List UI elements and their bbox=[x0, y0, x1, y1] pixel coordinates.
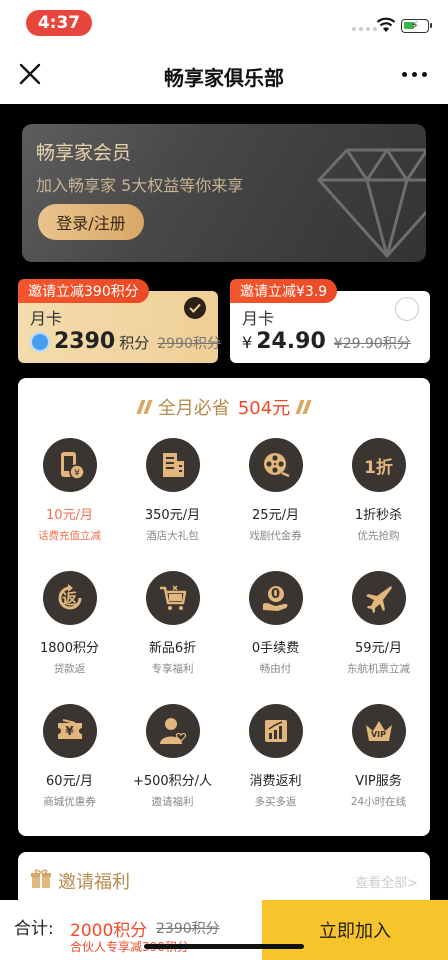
plan-card-points[interactable]: 邀请立减390积分 月卡 2390 积分 2990积分 bbox=[18, 279, 221, 363]
hand-coin-icon: 0 bbox=[248, 571, 303, 625]
user-heart-icon bbox=[145, 704, 200, 758]
return-icon: 返 bbox=[42, 571, 97, 625]
benefit-item[interactable]: 25元/月 戏剧代金券 bbox=[224, 438, 327, 571]
join-button[interactable]: 立即加入 bbox=[262, 900, 448, 960]
invite-title: 邀请福利 bbox=[58, 872, 130, 893]
page-title: 畅享家俱乐部 bbox=[164, 66, 284, 90]
plan-price: ¥24.90 ¥29.90积分 bbox=[242, 329, 411, 354]
benefit-title: 新品6折 bbox=[148, 641, 197, 656]
plan-name: 月卡 bbox=[242, 309, 275, 328]
plan-old-price: ¥29.90积分 bbox=[333, 336, 411, 352]
plan-price: 2390 积分 2990积分 bbox=[30, 329, 221, 354]
total-old-price: 2390积分 bbox=[156, 921, 220, 937]
status-time: 4:37 bbox=[26, 10, 92, 36]
banner-title: 畅享家会员 bbox=[36, 142, 132, 164]
plan-name: 月卡 bbox=[30, 309, 63, 328]
hotel-icon bbox=[145, 438, 200, 492]
benefit-subtitle: 24小时在线 bbox=[350, 796, 407, 808]
benefit-subtitle: 专享福利 bbox=[151, 663, 194, 675]
benefit-subtitle: 东航机票立减 bbox=[347, 663, 410, 675]
stripe-decoration-icon bbox=[136, 400, 153, 414]
hand-coin-icon-text: 0 bbox=[270, 586, 281, 602]
plan-card-cash[interactable]: 邀请立减¥3.9 月卡 ¥24.90 ¥29.90积分 bbox=[230, 279, 430, 363]
benefits-panel: 全月必省 504元 ¥ 10元/月 话费充值立减 350元/月 酒店大礼包 25… bbox=[18, 378, 430, 836]
benefit-subtitle: 商城优惠券 bbox=[43, 796, 96, 808]
crown-icon-text: VIP bbox=[370, 729, 387, 739]
currency-symbol: ¥ bbox=[242, 333, 253, 352]
cart-icon bbox=[145, 571, 200, 625]
benefit-title: +500积分/人 bbox=[132, 774, 213, 789]
svg-text:¥: ¥ bbox=[74, 469, 80, 479]
benefit-title: 25元/月 bbox=[252, 508, 299, 523]
banner-subtitle: 加入畅享家 5大权益等你来享 bbox=[36, 176, 244, 195]
benefit-title: 59元/月 bbox=[355, 641, 402, 656]
benefit-item[interactable]: ¥ 60元/月 商城优惠券 bbox=[18, 704, 121, 837]
benefits-amount: 504元 bbox=[237, 398, 291, 419]
benefits-title: 全月必省 bbox=[157, 398, 230, 419]
login-button[interactable]: 登录/注册 bbox=[38, 204, 144, 240]
benefit-subtitle: 畅由付 bbox=[259, 663, 292, 675]
benefit-item[interactable]: +500积分/人 邀请福利 bbox=[121, 704, 224, 837]
benefit-subtitle: 邀请福利 bbox=[151, 796, 194, 808]
more-icon[interactable] bbox=[402, 72, 427, 77]
benefit-subtitle: 优先抢购 bbox=[357, 530, 400, 542]
wifi-icon bbox=[376, 17, 396, 32]
benefit-item[interactable]: 新品6折 专享福利 bbox=[121, 571, 224, 704]
signal-icon bbox=[352, 27, 377, 31]
discount-icon: 1折 bbox=[351, 438, 406, 492]
benefit-item[interactable]: VIP VIP服务 24小时在线 bbox=[327, 704, 430, 837]
benefit-item[interactable]: 消费返利 多买多返 bbox=[224, 704, 327, 837]
discount-icon-text: 1折 bbox=[364, 457, 393, 478]
plan-discount-tag: 邀请立减390积分 bbox=[18, 279, 149, 303]
chart-icon bbox=[248, 704, 303, 758]
points-coin-icon bbox=[30, 331, 50, 352]
benefit-title: 消费返利 bbox=[249, 774, 302, 789]
benefits-grid: ¥ 10元/月 话费充值立减 350元/月 酒店大礼包 25元/月 戏剧代金券 … bbox=[18, 438, 430, 837]
benefit-subtitle: 戏剧代金券 bbox=[249, 530, 302, 542]
benefit-item[interactable]: 返 1800积分 贷款返 bbox=[18, 571, 121, 704]
benefit-title: 350元/月 bbox=[144, 508, 201, 523]
home-indicator bbox=[144, 944, 304, 949]
member-banner: 畅享家会员 加入畅享家 5大权益等你来享 登录/注册 bbox=[22, 124, 426, 262]
crown-icon: VIP bbox=[351, 704, 406, 758]
benefit-item[interactable]: 59元/月 东航机票立减 bbox=[327, 571, 430, 704]
radio-icon[interactable] bbox=[395, 297, 419, 321]
diamond-icon bbox=[317, 148, 426, 258]
benefit-item[interactable]: 0 0手续费 畅由付 bbox=[224, 571, 327, 704]
plan-discount-tag: 邀请立减¥3.9 bbox=[230, 279, 338, 303]
coupon-icon: ¥ bbox=[42, 704, 97, 758]
benefit-subtitle: 话费充值立减 bbox=[38, 530, 101, 542]
benefit-title: 10元/月 bbox=[46, 508, 93, 523]
plan-price-unit: 积分 bbox=[119, 334, 150, 352]
benefit-subtitle: 多买多返 bbox=[254, 796, 297, 808]
benefit-title: VIP服务 bbox=[355, 774, 402, 789]
nav-bar: 畅享家俱乐部 bbox=[0, 44, 448, 104]
check-icon[interactable] bbox=[184, 297, 206, 319]
plan-price-value: 24.90 bbox=[256, 329, 326, 354]
benefit-subtitle: 贷款返 bbox=[53, 663, 86, 675]
film-reel-icon bbox=[248, 438, 303, 492]
status-bar: 4:37 ⚡ bbox=[0, 0, 448, 44]
plan-price-value: 2390 bbox=[54, 329, 116, 354]
benefit-item[interactable]: 350元/月 酒店大礼包 bbox=[121, 438, 224, 571]
phone-icon: ¥ bbox=[42, 438, 97, 492]
checkout-bar: 合计: 2000积分 2390积分 合伙人专享减390积分 立即加入 bbox=[0, 900, 448, 960]
benefit-title: 1800积分 bbox=[39, 641, 100, 656]
plan-old-price: 2990积分 bbox=[157, 336, 221, 352]
view-all-link[interactable]: 查看全部> bbox=[355, 872, 418, 891]
benefit-item[interactable]: ¥ 10元/月 话费充值立减 bbox=[18, 438, 121, 571]
total-label: 合计: bbox=[14, 919, 54, 939]
return-icon-text: 返 bbox=[61, 589, 77, 608]
gift-icon bbox=[31, 869, 51, 888]
benefit-item[interactable]: 1折 1折秒杀 优先抢购 bbox=[327, 438, 430, 571]
battery-icon: ⚡ bbox=[401, 19, 432, 33]
benefit-title: 1折秒杀 bbox=[354, 508, 403, 523]
benefits-header: 全月必省 504元 bbox=[18, 394, 430, 420]
benefit-title: 0手续费 bbox=[251, 641, 300, 656]
benefit-title: 60元/月 bbox=[46, 774, 93, 789]
benefit-subtitle: 酒店大礼包 bbox=[146, 530, 199, 542]
plane-icon bbox=[351, 571, 406, 625]
coupon-icon-text: ¥ bbox=[65, 724, 74, 738]
stripe-decoration-icon bbox=[295, 400, 312, 414]
